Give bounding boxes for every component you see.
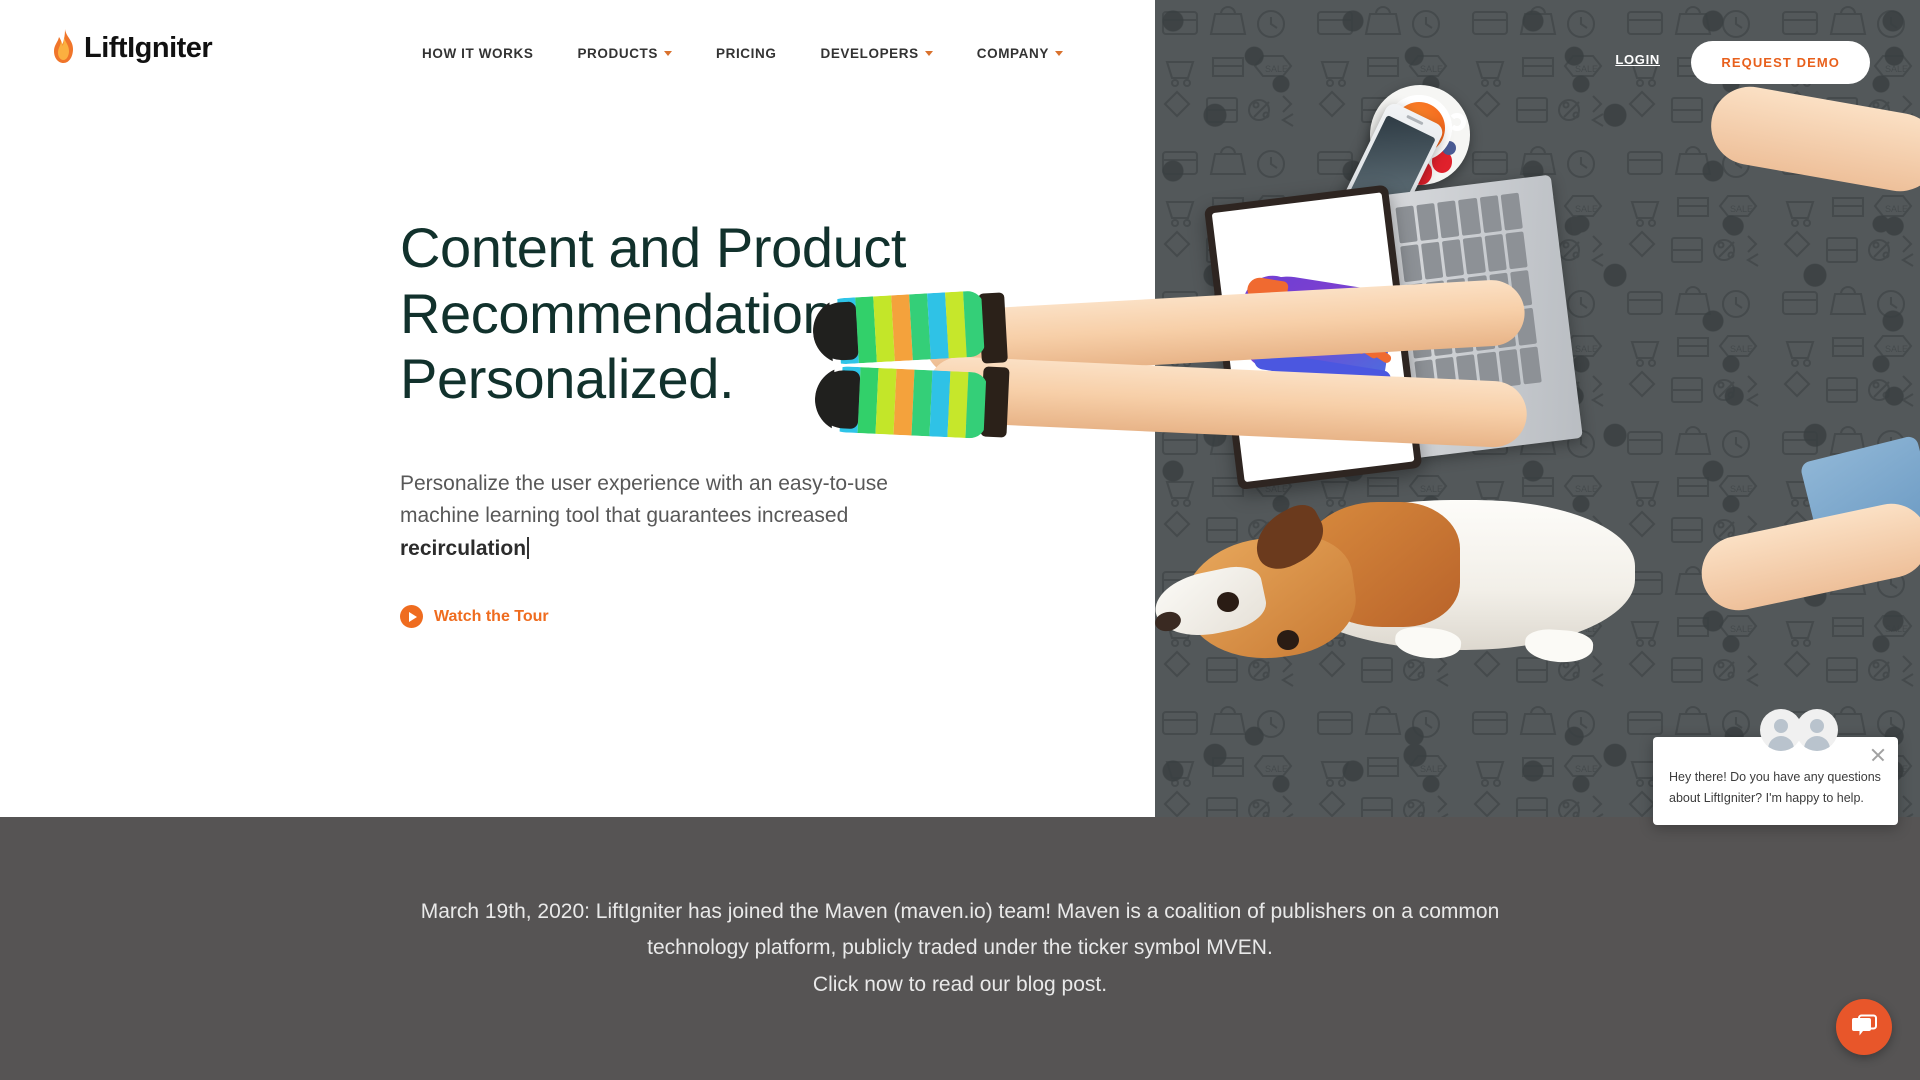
rainbow-sock-left [811, 290, 986, 366]
headline-line-3: Personalized. [400, 347, 735, 411]
arm-lower-petting-dog [1694, 496, 1920, 618]
rainbow-sock-right [813, 365, 989, 439]
chat-launcher-button[interactable] [1836, 999, 1892, 1055]
announcement-text: March 19th, 2020: LiftIgniter has joined… [421, 894, 1500, 1002]
nav-item-how-it-works[interactable]: HOW IT WORKS [400, 46, 555, 61]
logo-text: LiftIgniter [84, 31, 213, 64]
chat-bubble-icon [1852, 1014, 1877, 1036]
nav-label: COMPANY [976, 46, 1049, 61]
nav-item-company[interactable]: COMPANY [955, 46, 1085, 61]
chevron-down-icon [924, 51, 933, 56]
avatar-icon [1796, 709, 1838, 751]
nav-item-products[interactable]: PRODUCTS [555, 46, 694, 61]
headline-line-1: Content and Product [400, 216, 907, 279]
dog-illustration [1155, 480, 1705, 710]
login-link[interactable]: LOGIN [1615, 52, 1660, 67]
flame-icon [50, 28, 78, 68]
chat-message: Hey there! Do you have any questions abo… [1669, 770, 1881, 805]
site-header: LiftIgniter HOW IT WORKS PRODUCTS PRICIN… [0, 0, 1920, 100]
chevron-down-icon [664, 51, 672, 56]
agent-avatars [1760, 709, 1838, 751]
page-root: SALE [0, 0, 1920, 1080]
banner-line-2: technology platform, publicly traded und… [647, 936, 1273, 960]
watch-the-tour-button[interactable]: Watch the Tour [400, 605, 549, 629]
main-navigation: HOW IT WORKS PRODUCTS PRICING DEVELOPERS… [400, 46, 1085, 61]
nav-item-pricing[interactable]: PRICING [694, 46, 798, 61]
watch-the-tour-label: Watch the Tour [434, 607, 549, 625]
text-cursor [527, 536, 530, 559]
play-icon [400, 605, 423, 629]
request-demo-button[interactable]: REQUEST DEMO [1691, 41, 1870, 84]
logo[interactable]: LiftIgniter [50, 28, 213, 68]
banner-line-3[interactable]: Click now to read our blog post. [813, 973, 1107, 996]
chevron-down-icon [1054, 51, 1063, 56]
banner-line-1: March 19th, 2020: LiftIgniter has joined… [420, 900, 1500, 924]
nav-label: HOW IT WORKS [422, 46, 534, 61]
announcement-banner[interactable]: March 19th, 2020: LiftIgniter has joined… [0, 817, 1920, 1080]
nav-label: PRICING [716, 46, 777, 61]
close-icon[interactable] [1870, 747, 1886, 763]
nav-item-developers[interactable]: DEVELOPERS [798, 46, 954, 61]
nav-label: DEVELOPERS [820, 46, 919, 61]
subcopy-typed-word: recirculation [400, 536, 527, 560]
legs-with-rainbow-socks [795, 278, 1555, 485]
chat-greeting-popup: Hey there! Do you have any questions abo… [1653, 709, 1898, 825]
nav-label: PRODUCTS [577, 46, 658, 61]
